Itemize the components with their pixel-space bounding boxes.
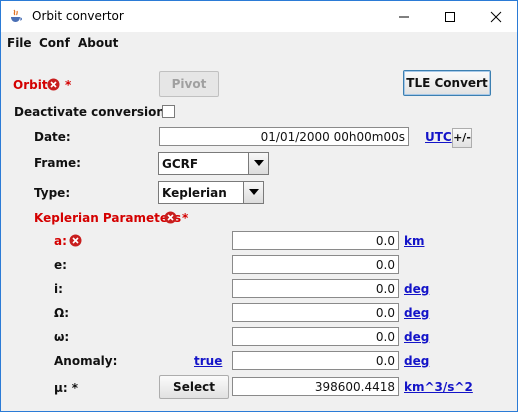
param-argp-input[interactable]: 0.0	[232, 327, 399, 346]
chevron-down-icon	[249, 189, 259, 195]
mu-input[interactable]: 398600.4418	[232, 377, 399, 396]
anomaly-label: Anomaly:	[54, 354, 118, 368]
anomaly-type-link[interactable]: true	[194, 354, 222, 368]
error-icon	[164, 211, 177, 224]
frame-selected-value: GCRF	[162, 157, 199, 171]
menu-conf[interactable]: Conf	[39, 36, 70, 50]
param-raan-label: Ω:	[54, 306, 69, 320]
window-title: Orbit convertor	[32, 9, 124, 23]
pivot-button[interactable]: Pivot	[159, 71, 219, 97]
date-shift-button[interactable]: +/-	[452, 128, 472, 148]
date-label: Date:	[34, 130, 71, 144]
param-e-input[interactable]: 0.0	[232, 255, 399, 274]
error-icon	[47, 78, 60, 91]
param-a-input[interactable]: 0.0	[232, 231, 399, 250]
param-i-input[interactable]: 0.0	[232, 279, 399, 298]
mu-label: μ: *	[54, 381, 79, 395]
mu-select-button[interactable]: Select	[159, 375, 229, 399]
param-i-label: i:	[54, 282, 63, 296]
menu-bar: File Conf About	[1, 32, 517, 54]
anomaly-unit-link[interactable]: deg	[404, 354, 429, 368]
deactivate-conversions-checkbox[interactable]	[162, 105, 175, 118]
java-app-icon	[9, 9, 23, 23]
title-bar[interactable]: Orbit convertor	[1, 1, 517, 32]
param-raan-unit-link[interactable]: deg	[404, 306, 429, 320]
date-input[interactable]: 01/01/2000 00h00m00s	[159, 127, 409, 146]
menu-file[interactable]: File	[7, 36, 32, 50]
orbit-label: Orbit	[13, 78, 48, 92]
required-star: *	[182, 211, 189, 225]
frame-label: Frame:	[34, 156, 81, 170]
mu-unit-link[interactable]: km^3/s^2	[404, 380, 473, 394]
param-a-unit-link[interactable]: km	[404, 234, 424, 248]
required-star: *	[65, 78, 72, 92]
type-dropdown-arrow[interactable]	[243, 182, 263, 203]
param-argp-label: ω:	[54, 330, 70, 344]
error-icon	[69, 234, 82, 247]
frame-dropdown-arrow[interactable]	[248, 153, 268, 174]
close-button[interactable]	[473, 1, 518, 31]
param-a-label: a:	[54, 234, 67, 248]
menu-about[interactable]: About	[78, 36, 118, 50]
close-icon	[490, 11, 502, 23]
chevron-down-icon	[254, 160, 264, 166]
date-timescale-link[interactable]: UTC	[425, 130, 452, 144]
type-label: Type:	[34, 186, 71, 200]
maximize-button[interactable]	[427, 1, 473, 31]
keplerian-parameters-label: Keplerian Parameters	[34, 211, 182, 225]
deactivate-conversions-label: Deactivate conversions	[14, 105, 173, 119]
param-argp-unit-link[interactable]: deg	[404, 330, 429, 344]
frame-select[interactable]: GCRF	[158, 152, 269, 175]
minimize-button[interactable]	[381, 1, 427, 31]
tle-convert-button[interactable]: TLE Convert	[403, 70, 491, 96]
param-raan-input[interactable]: 0.0	[232, 303, 399, 322]
anomaly-input[interactable]: 0.0	[232, 351, 399, 370]
type-select[interactable]: Keplerian	[158, 181, 264, 204]
type-selected-value: Keplerian	[162, 186, 227, 200]
param-i-unit-link[interactable]: deg	[404, 282, 429, 296]
orbit-convertor-window: Orbit convertor File Conf About Orbit * …	[0, 0, 518, 412]
param-e-label: e:	[54, 258, 67, 272]
